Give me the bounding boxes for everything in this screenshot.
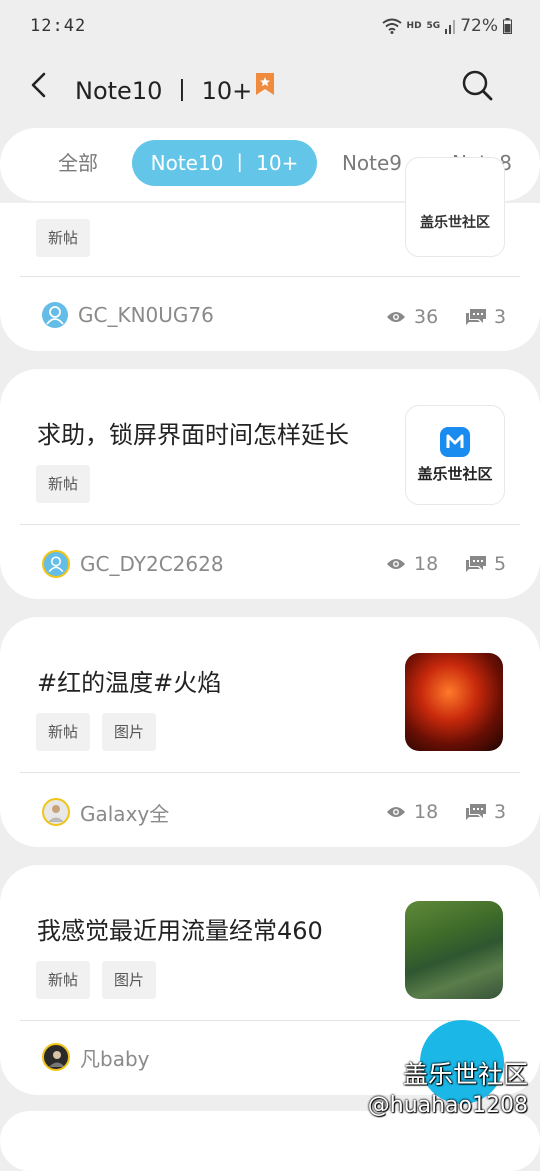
watermark-text: 盖乐世社区 — [402, 1060, 528, 1089]
tab-all[interactable]: 全部 — [40, 140, 116, 186]
tag-new: 新帖 — [36, 465, 91, 503]
post-thumbnail-game-screenshot — [405, 901, 503, 999]
tag-image: 图片 — [102, 713, 157, 751]
eye-icon — [387, 559, 405, 569]
status-bar: 12:42 HD 5G 72% — [0, 0, 540, 54]
post-author[interactable]: GC_DY2C2628 — [42, 549, 224, 579]
avatar-photo-icon — [48, 805, 64, 822]
tag-new: 新帖 — [36, 961, 91, 999]
comment-count-value: 3 — [494, 306, 507, 328]
tag-new: 新帖 — [36, 219, 91, 257]
comment-count: 3 — [466, 797, 506, 827]
tag-new: 新帖 — [36, 713, 91, 751]
post-title[interactable]: #红的温度#火焰 — [37, 663, 221, 698]
search-icon[interactable] — [460, 68, 494, 102]
thumbnail-logo-text: 盖乐世社区 — [417, 465, 493, 483]
post-author[interactable]: Galaxy全 — [42, 797, 169, 827]
comment-count-value: 5 — [494, 553, 507, 575]
back-arrow-icon[interactable] — [24, 68, 58, 102]
post-card[interactable]: 新帖 盖乐世社区 GC_KN0UG76 36 3 — [0, 157, 540, 351]
comment-icon — [466, 804, 486, 820]
divider — [20, 276, 520, 277]
post-thumbnail-fire-image — [405, 653, 503, 751]
avatar-photo-icon — [49, 1051, 65, 1067]
divider — [20, 1020, 520, 1021]
post-thumbnail: 盖乐世社区 — [405, 405, 505, 505]
comment-count-value: 3 — [494, 801, 507, 823]
samsung-members-logo-icon — [440, 427, 470, 457]
bookmark-icon[interactable] — [256, 73, 274, 95]
comment-count: 5 — [466, 549, 506, 579]
signal-label: 5G — [426, 21, 441, 31]
eye-icon — [387, 807, 405, 817]
default-avatar-icon — [48, 556, 64, 573]
avatar — [42, 550, 70, 578]
avatar — [42, 798, 70, 826]
comment-icon — [466, 309, 486, 325]
post-card[interactable]: 求助，锁屏界面时间怎样延长 新帖 盖乐世社区 GC_DY2C2628 18 5 — [0, 369, 540, 599]
view-count-value: 36 — [414, 306, 439, 328]
battery-percent: 72% — [460, 16, 498, 36]
default-avatar-icon — [46, 306, 64, 325]
page-title: Note10 丨 10+ — [75, 77, 253, 105]
author-name: Galaxy全 — [80, 801, 170, 826]
battery-icon — [503, 18, 512, 34]
divider — [20, 772, 520, 773]
status-time: 12:42 — [30, 16, 87, 36]
comment-count: 3 — [466, 302, 506, 332]
avatar — [42, 1043, 70, 1071]
author-name: GC_DY2C2628 — [80, 552, 224, 576]
eye-icon — [387, 312, 405, 322]
watermark-handle: @huahao1208 — [367, 1093, 528, 1118]
thumbnail-logo-text: 盖乐世社区 — [420, 215, 490, 231]
view-count-value: 18 — [414, 553, 439, 575]
post-title[interactable]: 求助，锁屏界面时间怎样延长 — [37, 415, 349, 450]
tag-image: 图片 — [102, 961, 157, 999]
post-author[interactable]: GC_KN0UG76 — [42, 300, 214, 330]
post-card[interactable] — [0, 1111, 540, 1171]
post-title[interactable]: 我感觉最近用流量经常460 — [37, 911, 323, 946]
wifi-icon — [381, 18, 402, 34]
comment-icon — [466, 556, 486, 572]
author-name: 凡baby — [80, 1046, 150, 1071]
view-count: 18 — [386, 797, 438, 827]
divider — [20, 524, 520, 525]
post-card[interactable]: #红的温度#火焰 新帖 图片 Galaxy全 18 3 — [0, 617, 540, 847]
post-author[interactable]: 凡baby — [42, 1042, 149, 1072]
signal-icon — [445, 20, 456, 34]
network-type-label: HD — [406, 21, 422, 31]
view-count: 36 — [386, 302, 438, 332]
tab-note10[interactable]: Note10 丨 10+ — [132, 140, 317, 186]
view-count-value: 18 — [414, 801, 439, 823]
tab-note9[interactable]: Note9 — [330, 140, 414, 186]
status-icons: HD 5G 72% — [381, 14, 512, 38]
post-thumbnail: 盖乐世社区 — [405, 157, 505, 257]
app-bar: Note10 丨 10+ — [0, 58, 540, 118]
view-count: 18 — [386, 549, 438, 579]
author-name: GC_KN0UG76 — [78, 303, 214, 327]
avatar — [42, 302, 68, 328]
